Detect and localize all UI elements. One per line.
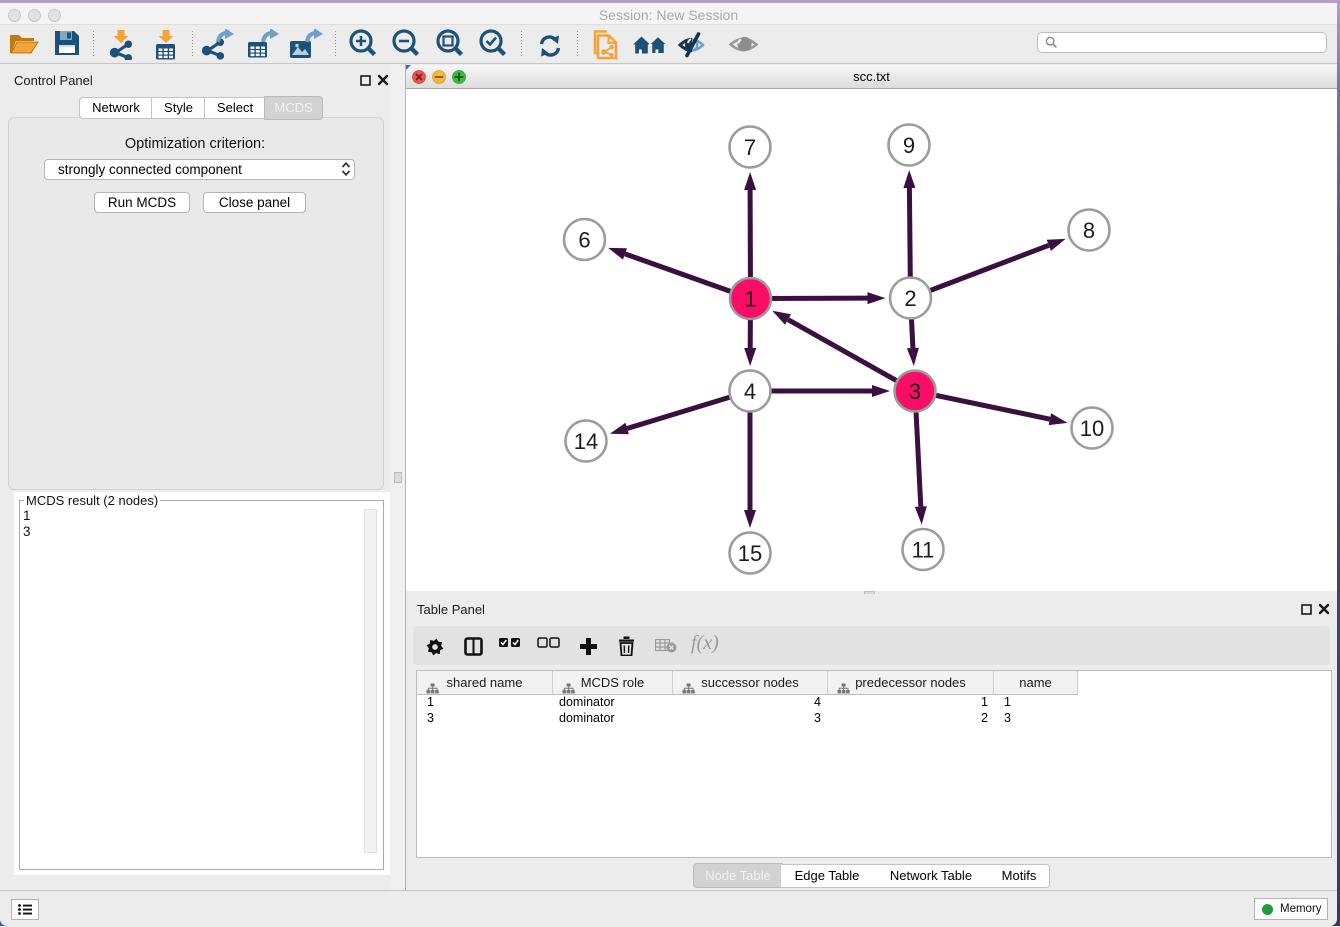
svg-text:15: 15: [738, 541, 762, 566]
svg-text:7: 7: [744, 135, 756, 160]
svg-text:11: 11: [912, 538, 935, 563]
svg-text:8: 8: [1083, 218, 1095, 243]
svg-text:9: 9: [903, 133, 915, 158]
svg-text:14: 14: [574, 429, 598, 454]
svg-text:6: 6: [578, 228, 590, 253]
svg-text:4: 4: [744, 379, 756, 404]
svg-text:3: 3: [909, 379, 921, 404]
svg-text:10: 10: [1080, 416, 1104, 441]
svg-text:2: 2: [904, 286, 916, 311]
svg-text:1: 1: [744, 287, 756, 312]
